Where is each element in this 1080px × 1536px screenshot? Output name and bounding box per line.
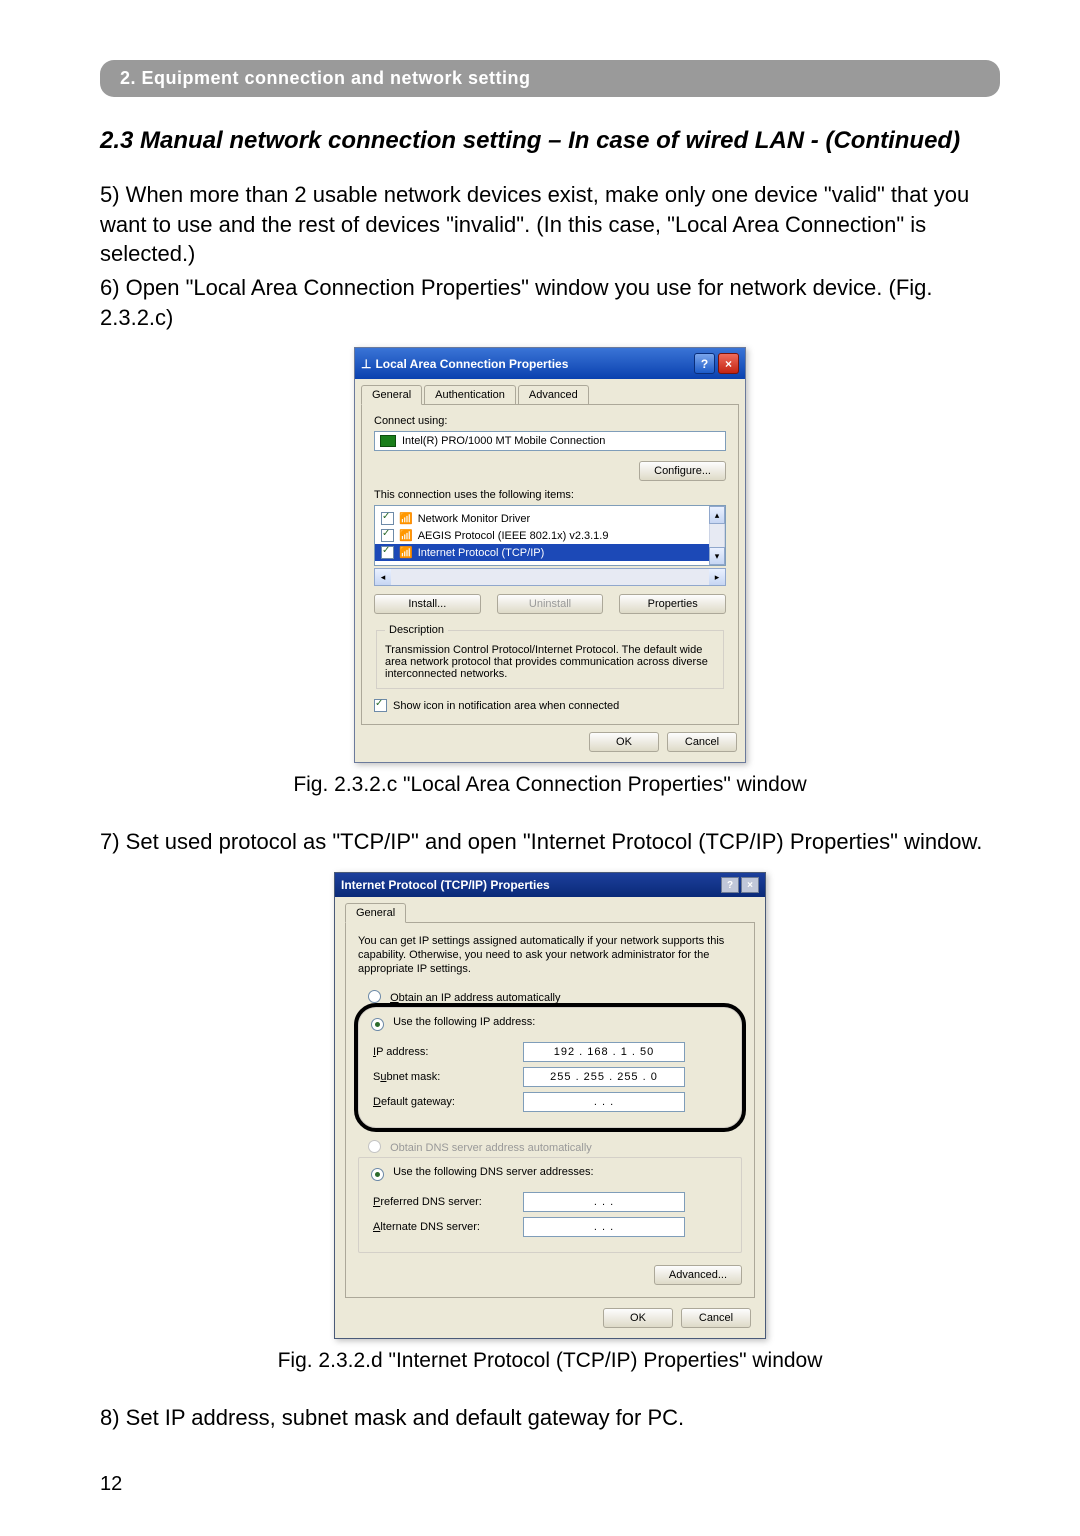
radio-icon[interactable] (371, 1018, 384, 1031)
radio-auto-ip[interactable]: Obtain an IP address automatically (368, 990, 742, 1004)
figure-2: Internet Protocol (TCP/IP) Properties ? … (100, 872, 1000, 1339)
description-label: Description (385, 624, 448, 636)
radio-manual-ip-label[interactable]: Use the following IP address: (393, 1016, 535, 1028)
manual-dns-group: Use the following DNS server addresses: … (358, 1157, 742, 1253)
figure-1: ⊥Local Area Connection Properties ? × Ge… (100, 347, 1000, 763)
scrollbar-vertical[interactable]: ▴ ▾ (709, 506, 725, 565)
scroll-down-icon[interactable]: ▾ (709, 547, 725, 565)
ok-button[interactable]: OK (603, 1308, 673, 1328)
subnet-mask-row: Subnet mask: 255 . 255 . 255 . 0 (373, 1067, 727, 1087)
dialog1-title: ⊥Local Area Connection Properties (361, 357, 568, 371)
dialog2-titlebar: Internet Protocol (TCP/IP) Properties ? … (335, 873, 765, 897)
radio-manual-dns-label[interactable]: Use the following DNS server addresses: (393, 1166, 594, 1178)
preferred-dns-row: Preferred DNS server: . . . (373, 1192, 727, 1212)
components-list[interactable]: 📶 Network Monitor Driver 📶 AEGIS Protoco… (374, 505, 726, 566)
list-item-tcpip-selected[interactable]: 📶 Internet Protocol (TCP/IP) (375, 544, 725, 561)
list-item-label: Internet Protocol (TCP/IP) (418, 547, 545, 559)
chapter-breadcrumb: 2. Equipment connection and network sett… (100, 60, 1000, 97)
alternate-dns-field[interactable]: . . . (523, 1217, 685, 1237)
ip-info-text: You can get IP settings assigned automat… (358, 935, 742, 976)
tab-general[interactable]: General (361, 385, 422, 405)
ip-address-row: IP address: 192 . 168 . 1 . 50 (373, 1042, 727, 1062)
help-icon[interactable]: ? (694, 353, 715, 374)
radio-auto-dns-label: Obtain DNS server address automatically (390, 1142, 592, 1154)
checkbox-icon[interactable] (381, 546, 394, 559)
tab-authentication[interactable]: Authentication (424, 385, 516, 405)
step-5: 5) When more than 2 usable network devic… (100, 180, 1000, 269)
radio-icon[interactable] (368, 990, 381, 1003)
install-button[interactable]: Install... (374, 594, 481, 614)
tab-general[interactable]: General (345, 903, 406, 923)
page-number: 12 (100, 1473, 1000, 1496)
checkbox-icon[interactable] (381, 529, 394, 542)
radio-icon[interactable] (371, 1168, 384, 1181)
scroll-left-icon[interactable]: ◂ (375, 569, 391, 585)
ok-button[interactable]: OK (589, 732, 659, 752)
show-icon-label: Show icon in notification area when conn… (393, 700, 619, 712)
list-item[interactable]: 📶 Network Monitor Driver (375, 510, 725, 527)
scrollbar-horizontal[interactable]: ◂ ▸ (374, 568, 726, 586)
close-icon[interactable]: × (718, 353, 739, 374)
dialog2-title: Internet Protocol (TCP/IP) Properties (341, 878, 550, 892)
show-icon-checkbox[interactable]: Show icon in notification area when conn… (374, 699, 726, 712)
tab-advanced[interactable]: Advanced (518, 385, 589, 405)
list-item-label: Network Monitor Driver (418, 513, 530, 525)
uninstall-button: Uninstall (497, 594, 604, 614)
nic-name: Intel(R) PRO/1000 MT Mobile Connection (402, 435, 605, 447)
properties-button[interactable]: Properties (619, 594, 726, 614)
radio-auto-dns: Obtain DNS server address automatically (368, 1140, 742, 1154)
help-icon[interactable]: ? (721, 877, 739, 893)
preferred-dns-field[interactable]: . . . (523, 1192, 685, 1212)
manual-ip-group: Use the following IP address: IP address… (358, 1007, 742, 1128)
section-title: 2.3 Manual network connection setting – … (100, 127, 1000, 155)
alternate-dns-row: Alternate DNS server: . . . (373, 1217, 727, 1237)
tcpip-properties-dialog: Internet Protocol (TCP/IP) Properties ? … (334, 872, 766, 1339)
default-gateway-row: Default gateway: . . . (373, 1092, 727, 1112)
advanced-button[interactable]: Advanced... (654, 1265, 742, 1285)
cancel-button[interactable]: Cancel (681, 1308, 751, 1328)
checkbox-icon[interactable] (381, 512, 394, 525)
scroll-up-icon[interactable]: ▴ (709, 506, 725, 524)
dialog1-titlebar: ⊥Local Area Connection Properties ? × (355, 348, 745, 379)
ip-address-field[interactable]: 192 . 168 . 1 . 50 (523, 1042, 685, 1062)
items-label: This connection uses the following items… (374, 489, 726, 501)
nic-field: Intel(R) PRO/1000 MT Mobile Connection (374, 431, 726, 451)
checkbox-icon[interactable] (374, 699, 387, 712)
cancel-button[interactable]: Cancel (667, 732, 737, 752)
connect-using-label: Connect using: (374, 415, 726, 427)
scroll-right-icon[interactable]: ▸ (709, 569, 725, 585)
radio-icon (368, 1140, 381, 1153)
list-item[interactable]: 📶 AEGIS Protocol (IEEE 802.1x) v2.3.1.9 (375, 527, 725, 544)
subnet-mask-field[interactable]: 255 . 255 . 255 . 0 (523, 1067, 685, 1087)
step-6: 6) Open "Local Area Connection Propertie… (100, 273, 1000, 332)
dialog1-tabstrip: General Authentication Advanced (355, 379, 745, 405)
close-icon[interactable]: × (741, 877, 759, 893)
default-gateway-field[interactable]: . . . (523, 1092, 685, 1112)
nic-icon (380, 435, 396, 447)
step-8: 8) Set IP address, subnet mask and defau… (100, 1403, 1000, 1433)
list-item-label: AEGIS Protocol (IEEE 802.1x) v2.3.1.9 (418, 530, 609, 542)
figure-2-caption: Fig. 2.3.2.d "Internet Protocol (TCP/IP)… (100, 1349, 1000, 1373)
step-7: 7) Set used protocol as "TCP/IP" and ope… (100, 827, 1000, 857)
description-group: Description Transmission Control Protoco… (376, 624, 724, 689)
configure-button[interactable]: Configure... (639, 461, 726, 481)
figure-1-caption: Fig. 2.3.2.c "Local Area Connection Prop… (100, 773, 1000, 797)
local-area-connection-dialog: ⊥Local Area Connection Properties ? × Ge… (354, 347, 746, 763)
description-text: Transmission Control Protocol/Internet P… (385, 644, 715, 680)
